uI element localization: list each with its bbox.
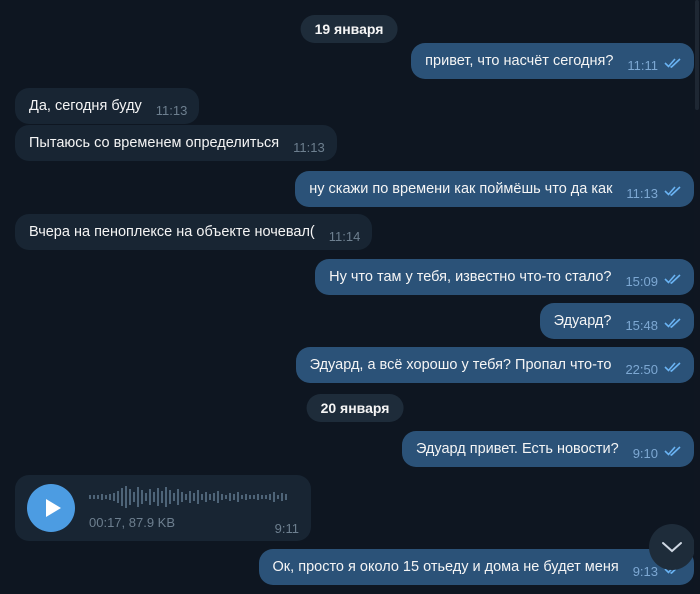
double-check-icon <box>664 445 682 461</box>
play-button[interactable] <box>27 484 75 532</box>
message-time: 9:13 <box>632 563 658 579</box>
message-outgoing[interactable]: Эдуард, а всё хорошо у тебя? Пропал что-… <box>295 347 694 383</box>
date-separator: 20 января <box>306 394 404 422</box>
scrollbar[interactable] <box>694 0 700 594</box>
message-outgoing[interactable]: ну скажи по времени как поймёшь что да к… <box>295 171 694 207</box>
message-incoming[interactable]: Да, сегодня буду 11:13 <box>15 88 200 124</box>
chevron-down-icon <box>662 542 682 553</box>
double-check-icon <box>664 185 682 201</box>
message-time: 11:13 <box>155 102 188 118</box>
message-outgoing[interactable]: Эдуард? 15:48 <box>539 303 694 339</box>
date-separator: 19 января <box>300 15 398 43</box>
message-time: 11:14 <box>328 228 361 244</box>
message-time: 11:11 <box>627 57 658 73</box>
message-time: 11:13 <box>293 139 325 155</box>
message-outgoing[interactable]: Ну что там у тебя, известно что-то стало… <box>315 259 694 295</box>
message-outgoing[interactable]: привет, что насчёт сегодня? 11:11 <box>411 43 694 79</box>
message-outgoing[interactable]: Эдуард привет. Есть новости? 9:10 <box>401 431 694 467</box>
message-text: Эдуард, а всё хорошо у тебя? Пропал что-… <box>309 357 612 373</box>
message-time: 15:48 <box>625 317 658 333</box>
message-incoming[interactable]: Пытаюсь со временем определиться 11:13 <box>15 125 337 161</box>
message-text: Эдуард привет. Есть новости? <box>415 441 619 457</box>
message-text: Эдуард? <box>553 313 612 329</box>
double-check-icon <box>664 361 682 377</box>
voice-duration-size: 00:17, 87.9 KB <box>89 515 176 530</box>
message-time: 22:50 <box>625 361 658 377</box>
message-text: Ну что там у тебя, известно что-то стало… <box>329 269 612 285</box>
scrollbar-thumb[interactable] <box>695 0 699 110</box>
play-icon <box>46 499 61 517</box>
double-check-icon <box>664 273 682 289</box>
double-check-icon <box>664 57 682 73</box>
message-text: Пытаюсь со временем определиться <box>29 135 280 151</box>
message-time: 9:11 <box>274 521 299 536</box>
message-text: Да, сегодня буду <box>29 98 142 114</box>
message-time: 11:13 <box>626 185 658 201</box>
message-text: привет, что насчёт сегодня? <box>425 53 614 69</box>
voice-message[interactable]: 00:17, 87.9 KB 9:11 <box>15 475 311 541</box>
message-time: 9:10 <box>632 445 658 461</box>
message-time: 15:09 <box>625 273 658 289</box>
message-incoming[interactable]: Вчера на пеноплексе на объекте ночевал( … <box>15 214 373 250</box>
scroll-down-button[interactable] <box>649 524 695 570</box>
message-text: Ок, просто я около 15 отьеду и дома не б… <box>272 559 619 575</box>
message-text: ну скажи по времени как поймёшь что да к… <box>309 181 613 197</box>
waveform[interactable] <box>89 483 289 511</box>
message-outgoing[interactable]: Ок, просто я около 15 отьеду и дома не б… <box>258 549 694 585</box>
double-check-icon <box>664 317 682 333</box>
message-text: Вчера на пеноплексе на объекте ночевал( <box>29 224 315 240</box>
chat-area: 19 января привет, что насчёт сегодня? 11… <box>0 0 695 594</box>
